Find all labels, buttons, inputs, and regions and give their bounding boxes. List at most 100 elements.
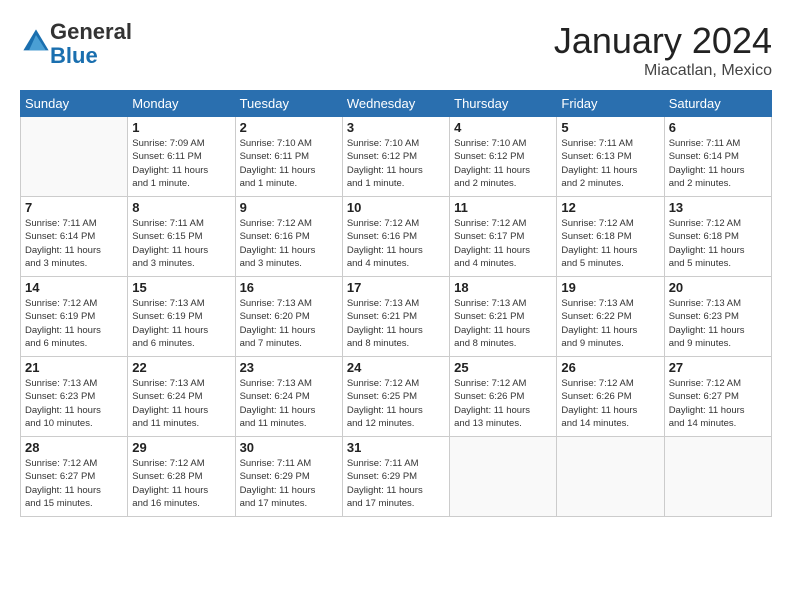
day-number: 27: [669, 360, 767, 375]
calendar-table: Sunday Monday Tuesday Wednesday Thursday…: [20, 90, 772, 517]
calendar-cell: 4 Sunrise: 7:10 AM Sunset: 6:12 PM Daylig…: [450, 117, 557, 197]
day-info: Sunrise: 7:10 AM Sunset: 6:12 PM Dayligh…: [347, 137, 445, 190]
header-friday: Friday: [557, 91, 664, 117]
calendar-cell: 21Sunrise: 7:13 AM Sunset: 6:23 PM Dayli…: [21, 357, 128, 437]
calendar-cell: 24 Sunrise: 7:12 AM Sunset: 6:25 PM Dayli…: [342, 357, 449, 437]
day-number: 28: [25, 440, 123, 455]
calendar-cell: 12Sunrise: 7:12 AM Sunset: 6:18 PM Dayli…: [557, 197, 664, 277]
calendar-cell: 3 Sunrise: 7:10 AM Sunset: 6:12 PM Daylig…: [342, 117, 449, 197]
day-info: Sunrise: 7:13 AM Sunset: 6:24 PM Dayligh…: [240, 377, 338, 430]
day-info: Sunrise: 7:12 AM Sunset: 6:27 PM Dayligh…: [669, 377, 767, 430]
day-info: Sunrise: 7:12 AM Sunset: 6:25 PM Dayligh…: [347, 377, 445, 430]
day-number: 11: [454, 200, 552, 215]
day-info: Sunrise: 7:09 AM Sunset: 6:11 PM Dayligh…: [132, 137, 230, 190]
day-info: Sunrise: 7:11 AM Sunset: 6:29 PM Dayligh…: [240, 457, 338, 510]
day-number: 2: [240, 120, 338, 135]
day-info: Sunrise: 7:13 AM Sunset: 6:23 PM Dayligh…: [25, 377, 123, 430]
calendar-cell: 5 Sunrise: 7:11 AM Sunset: 6:13 PM Daylig…: [557, 117, 664, 197]
calendar-cell: 29Sunrise: 7:12 AM Sunset: 6:28 PM Dayli…: [128, 437, 235, 517]
week-row-0: 1 Sunrise: 7:09 AM Sunset: 6:11 PM Daylig…: [21, 117, 772, 197]
calendar-cell: [664, 437, 771, 517]
day-number: 19: [561, 280, 659, 295]
calendar-cell: 8 Sunrise: 7:11 AM Sunset: 6:15 PM Daylig…: [128, 197, 235, 277]
calendar-cell: 31 Sunrise: 7:11 AM Sunset: 6:29 PM Dayli…: [342, 437, 449, 517]
day-info: Sunrise: 7:12 AM Sunset: 6:26 PM Dayligh…: [454, 377, 552, 430]
day-number: 9: [240, 200, 338, 215]
calendar-cell: [557, 437, 664, 517]
header-saturday: Saturday: [664, 91, 771, 117]
title-section: January 2024 Miacatlan, Mexico: [554, 20, 772, 80]
day-number: 8: [132, 200, 230, 215]
day-number: 17: [347, 280, 445, 295]
day-number: 3: [347, 120, 445, 135]
day-number: 4: [454, 120, 552, 135]
day-number: 7: [25, 200, 123, 215]
day-info: Sunrise: 7:12 AM Sunset: 6:16 PM Dayligh…: [347, 217, 445, 270]
calendar-cell: 26 Sunrise: 7:12 AM Sunset: 6:26 PM Dayli…: [557, 357, 664, 437]
day-info: Sunrise: 7:10 AM Sunset: 6:11 PM Dayligh…: [240, 137, 338, 190]
day-number: 20: [669, 280, 767, 295]
header-monday: Monday: [128, 91, 235, 117]
day-info: Sunrise: 7:13 AM Sunset: 6:22 PM Dayligh…: [561, 297, 659, 350]
week-row-2: 14Sunrise: 7:12 AM Sunset: 6:19 PM Dayli…: [21, 277, 772, 357]
day-info: Sunrise: 7:11 AM Sunset: 6:14 PM Dayligh…: [25, 217, 123, 270]
day-info: Sunrise: 7:12 AM Sunset: 6:16 PM Dayligh…: [240, 217, 338, 270]
calendar-cell: [450, 437, 557, 517]
header-tuesday: Tuesday: [235, 91, 342, 117]
calendar-cell: 22Sunrise: 7:13 AM Sunset: 6:24 PM Dayli…: [128, 357, 235, 437]
day-number: 6: [669, 120, 767, 135]
day-info: Sunrise: 7:13 AM Sunset: 6:21 PM Dayligh…: [347, 297, 445, 350]
day-info: Sunrise: 7:13 AM Sunset: 6:23 PM Dayligh…: [669, 297, 767, 350]
day-number: 22: [132, 360, 230, 375]
week-row-1: 7 Sunrise: 7:11 AM Sunset: 6:14 PM Daylig…: [21, 197, 772, 277]
calendar-cell: 20 Sunrise: 7:13 AM Sunset: 6:23 PM Dayli…: [664, 277, 771, 357]
calendar-cell: 19 Sunrise: 7:13 AM Sunset: 6:22 PM Dayli…: [557, 277, 664, 357]
day-info: Sunrise: 7:11 AM Sunset: 6:13 PM Dayligh…: [561, 137, 659, 190]
logo: General Blue: [20, 20, 132, 68]
calendar-cell: 30Sunrise: 7:11 AM Sunset: 6:29 PM Dayli…: [235, 437, 342, 517]
calendar-cell: 7 Sunrise: 7:11 AM Sunset: 6:14 PM Daylig…: [21, 197, 128, 277]
calendar-cell: 10Sunrise: 7:12 AM Sunset: 6:16 PM Dayli…: [342, 197, 449, 277]
day-number: 5: [561, 120, 659, 135]
day-info: Sunrise: 7:11 AM Sunset: 6:14 PM Dayligh…: [669, 137, 767, 190]
day-info: Sunrise: 7:13 AM Sunset: 6:19 PM Dayligh…: [132, 297, 230, 350]
calendar-cell: 18Sunrise: 7:13 AM Sunset: 6:21 PM Dayli…: [450, 277, 557, 357]
day-number: 31: [347, 440, 445, 455]
calendar-header: Sunday Monday Tuesday Wednesday Thursday…: [21, 91, 772, 117]
day-number: 12: [561, 200, 659, 215]
day-number: 29: [132, 440, 230, 455]
calendar-body: 1 Sunrise: 7:09 AM Sunset: 6:11 PM Daylig…: [21, 117, 772, 517]
day-info: Sunrise: 7:12 AM Sunset: 6:26 PM Dayligh…: [561, 377, 659, 430]
day-info: Sunrise: 7:12 AM Sunset: 6:27 PM Dayligh…: [25, 457, 123, 510]
calendar-cell: 17 Sunrise: 7:13 AM Sunset: 6:21 PM Dayli…: [342, 277, 449, 357]
month-title: January 2024: [554, 20, 772, 62]
header-row: Sunday Monday Tuesday Wednesday Thursday…: [21, 91, 772, 117]
day-number: 1: [132, 120, 230, 135]
header-sunday: Sunday: [21, 91, 128, 117]
day-info: Sunrise: 7:11 AM Sunset: 6:15 PM Dayligh…: [132, 217, 230, 270]
calendar-cell: 2 Sunrise: 7:10 AM Sunset: 6:11 PM Daylig…: [235, 117, 342, 197]
logo-general: General: [50, 19, 132, 44]
day-info: Sunrise: 7:12 AM Sunset: 6:19 PM Dayligh…: [25, 297, 123, 350]
week-row-4: 28 Sunrise: 7:12 AM Sunset: 6:27 PM Dayli…: [21, 437, 772, 517]
location: Miacatlan, Mexico: [554, 62, 772, 80]
header-thursday: Thursday: [450, 91, 557, 117]
day-number: 26: [561, 360, 659, 375]
calendar-cell: 1 Sunrise: 7:09 AM Sunset: 6:11 PM Daylig…: [128, 117, 235, 197]
day-info: Sunrise: 7:11 AM Sunset: 6:29 PM Dayligh…: [347, 457, 445, 510]
calendar-cell: 28 Sunrise: 7:12 AM Sunset: 6:27 PM Dayli…: [21, 437, 128, 517]
day-info: Sunrise: 7:13 AM Sunset: 6:20 PM Dayligh…: [240, 297, 338, 350]
logo-blue: Blue: [50, 43, 98, 68]
calendar-cell: 11Sunrise: 7:12 AM Sunset: 6:17 PM Dayli…: [450, 197, 557, 277]
calendar-cell: 9 Sunrise: 7:12 AM Sunset: 6:16 PM Daylig…: [235, 197, 342, 277]
day-info: Sunrise: 7:10 AM Sunset: 6:12 PM Dayligh…: [454, 137, 552, 190]
calendar-cell: 27 Sunrise: 7:12 AM Sunset: 6:27 PM Dayli…: [664, 357, 771, 437]
calendar-cell: 13Sunrise: 7:12 AM Sunset: 6:18 PM Dayli…: [664, 197, 771, 277]
calendar-cell: 15 Sunrise: 7:13 AM Sunset: 6:19 PM Dayli…: [128, 277, 235, 357]
header: General Blue January 2024 Miacatlan, Mex…: [20, 20, 772, 80]
day-number: 24: [347, 360, 445, 375]
day-number: 15: [132, 280, 230, 295]
week-row-3: 21Sunrise: 7:13 AM Sunset: 6:23 PM Dayli…: [21, 357, 772, 437]
calendar-cell: 25Sunrise: 7:12 AM Sunset: 6:26 PM Dayli…: [450, 357, 557, 437]
calendar-cell: 23Sunrise: 7:13 AM Sunset: 6:24 PM Dayli…: [235, 357, 342, 437]
